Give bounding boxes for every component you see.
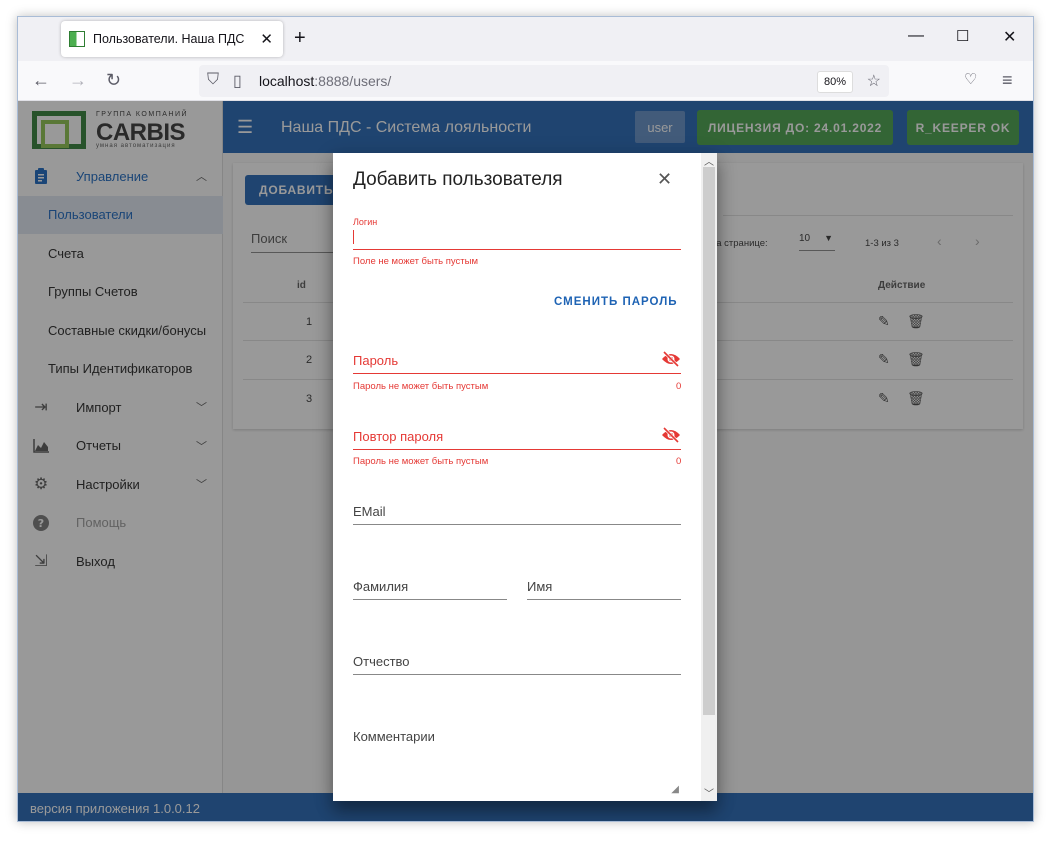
favicon-icon: [69, 31, 85, 47]
field-underline: [527, 599, 681, 600]
middlename-label: Отчество: [353, 654, 410, 669]
comment-field[interactable]: Комментарии ◢: [353, 727, 681, 797]
shield-icon[interactable]: ⛉: [207, 71, 219, 89]
tab-bar: Пользователи. Наша ПДС ✕ + — ☐ ✕: [18, 17, 1033, 61]
browser-tab[interactable]: Пользователи. Наша ПДС ✕: [61, 21, 283, 57]
star-icon[interactable]: ☆: [867, 71, 881, 91]
lastname-field[interactable]: Фамилия: [353, 577, 507, 601]
email-label: EMail: [353, 504, 386, 519]
change-password-button[interactable]: СМЕНИТЬ ПАРОЛЬ: [554, 296, 678, 308]
login-label: Логин: [353, 217, 378, 227]
password-counter: 0: [676, 381, 682, 392]
app: ГРУППА КОМПАНИЙ CARBIS умная автоматизац…: [18, 101, 1033, 821]
login-error: Поле не может быть пустым: [353, 256, 479, 267]
field-underline: [353, 674, 681, 675]
minimize-icon[interactable]: —: [908, 27, 924, 45]
pocket-icon[interactable]: ♡: [964, 70, 977, 88]
repeat-password-counter: 0: [676, 456, 682, 467]
dialog-title: Добавить пользователя: [353, 169, 563, 190]
forward-icon[interactable]: →: [69, 70, 87, 91]
add-user-dialog: ︿ ﹀ Добавить пользователя ✕ Логин Поле н…: [333, 153, 717, 801]
field-underline: [353, 599, 507, 600]
scroll-down-icon[interactable]: ﹀: [704, 785, 714, 800]
maximize-icon[interactable]: ☐: [956, 27, 969, 45]
nav-bar: ← → ↻ ⛉ ▯ localhost:8888/users/ 80% ☆ ♡ …: [18, 61, 1033, 101]
resize-handle-icon[interactable]: ◢: [671, 784, 679, 795]
comment-label: Комментарии: [353, 729, 435, 744]
email-field[interactable]: EMail: [353, 502, 681, 526]
field-underline: [353, 449, 681, 450]
reload-icon[interactable]: ↻: [106, 70, 121, 91]
password-error: Пароль не может быть пустым: [353, 381, 489, 392]
new-tab-icon[interactable]: +: [294, 27, 306, 50]
field-underline: [353, 249, 681, 250]
eye-off-icon[interactable]: [661, 350, 681, 372]
firstname-label: Имя: [527, 579, 553, 594]
tab-close-icon[interactable]: ✕: [260, 30, 273, 48]
back-icon[interactable]: ←: [32, 70, 50, 91]
middlename-field[interactable]: Отчество: [353, 652, 681, 676]
field-underline: [353, 524, 681, 525]
eye-off-icon[interactable]: [661, 426, 681, 448]
password-label: Пароль: [353, 353, 399, 368]
lastname-label: Фамилия: [353, 579, 409, 594]
login-field[interactable]: Логин: [353, 217, 681, 251]
password-field[interactable]: Пароль: [353, 351, 681, 375]
field-underline: [353, 373, 681, 374]
scroll-up-icon[interactable]: ︿: [704, 153, 714, 168]
repeat-password-label: Повтор пароля: [353, 429, 444, 444]
repeat-password-field[interactable]: Повтор пароля: [353, 427, 681, 451]
repeat-password-error: Пароль не может быть пустым: [353, 456, 489, 467]
scroll-thumb[interactable]: [703, 167, 715, 715]
page-icon: ▯: [233, 73, 242, 90]
firstname-field[interactable]: Имя: [527, 577, 681, 601]
browser-window: Пользователи. Наша ПДС ✕ + — ☐ ✕ ← → ↻ ⛉…: [17, 16, 1034, 822]
text-cursor: [353, 230, 354, 244]
url-text[interactable]: localhost:8888/users/: [259, 73, 391, 89]
url-bar[interactable]: ⛉ ▯ localhost:8888/users/ 80% ☆: [199, 65, 889, 97]
zoom-level[interactable]: 80%: [816, 71, 853, 93]
menu-icon[interactable]: ≡: [1002, 70, 1013, 91]
dialog-scrollbar[interactable]: ︿ ﹀: [701, 153, 717, 801]
close-icon[interactable]: ✕: [657, 169, 672, 190]
window-close-icon[interactable]: ✕: [1003, 27, 1016, 47]
tab-title: Пользователи. Наша ПДС: [93, 32, 245, 46]
